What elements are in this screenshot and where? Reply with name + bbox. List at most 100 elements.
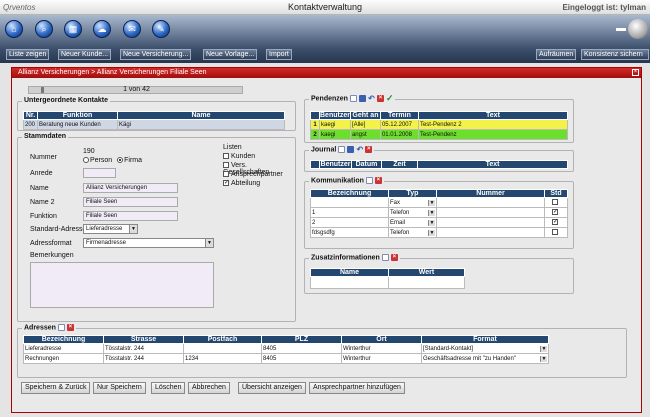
table-cell[interactable]: 8405 <box>261 353 342 364</box>
table-cell[interactable] <box>183 343 262 354</box>
wrench-icon[interactable]: ✎ <box>152 20 170 38</box>
chevron-down-icon[interactable]: ▼ <box>205 239 213 247</box>
table-row[interactable]: fdsgsdfg Telefon ▼ <box>310 227 568 238</box>
radio-firma[interactable] <box>117 157 124 164</box>
delete-icon[interactable]: × <box>374 177 382 184</box>
typ-select[interactable]: Telefon ▼ <box>388 227 437 238</box>
column-header[interactable]: Typ <box>388 189 437 198</box>
checkmark-icon[interactable]: ✓ <box>386 94 394 103</box>
liste-zeigen-button[interactable]: Liste zeigen <box>6 49 50 60</box>
save-icon[interactable] <box>358 95 366 102</box>
column-header[interactable]: Postfach <box>183 335 262 344</box>
standard-adresse-select[interactable]: Lieferadresse ▼ <box>83 224 138 234</box>
table-cell[interactable] <box>310 197 389 208</box>
close-icon[interactable]: × <box>632 69 639 76</box>
minimize-icon[interactable]: ▬ <box>616 23 626 34</box>
column-header[interactable]: Benutzer <box>319 160 352 169</box>
column-header[interactable]: Funktion <box>37 111 118 120</box>
delete-icon[interactable]: × <box>390 254 398 261</box>
record-pager[interactable]: 1 von 42 <box>28 86 243 94</box>
chevron-down-icon[interactable]: ▼ <box>428 219 435 226</box>
column-header[interactable]: Strasse <box>103 335 184 344</box>
search-icon[interactable]: ⌕ <box>35 20 53 38</box>
bemerkungen-textarea[interactable] <box>30 262 214 308</box>
import-button[interactable]: Import <box>266 49 292 60</box>
column-header[interactable]: Name <box>117 111 285 120</box>
column-header[interactable]: Wert <box>388 268 465 277</box>
delete-icon[interactable]: × <box>365 146 373 153</box>
column-header[interactable]: Zeit <box>381 160 418 169</box>
table-cell[interactable] <box>388 276 465 289</box>
delete-icon[interactable]: × <box>376 95 384 102</box>
name-field[interactable]: Allianz Versicherungen <box>83 183 178 193</box>
column-header[interactable]: Std <box>544 189 568 198</box>
save-icon[interactable] <box>347 146 355 153</box>
ansprechpartner-hinzufuegen-button[interactable]: Ansprechpartner hinzufügen <box>309 382 405 394</box>
table-row[interactable]: Lieferadresse Tösstalstr. 244 8405 Winte… <box>23 343 549 354</box>
neue-versicherung-button[interactable]: Neue Versicherung... <box>120 49 192 60</box>
cloud-icon[interactable]: ☁ <box>93 20 111 38</box>
mail-icon[interactable]: ✉ <box>123 20 141 38</box>
listen-ansprechpartner[interactable]: Ansprechpartner <box>223 171 283 178</box>
table-cell[interactable]: Tösstalstr. 244 <box>103 353 184 364</box>
calendar-icon[interactable]: ▦ <box>64 20 82 38</box>
checkbox[interactable] <box>552 199 558 206</box>
table-cell[interactable]: 8405 <box>261 343 342 354</box>
table-cell[interactable] <box>436 197 545 208</box>
checkbox[interactable] <box>223 171 229 178</box>
table-row[interactable]: 2 kaegi angst 01.01.2008 Test-Pendenz <box>310 129 569 140</box>
chevron-down-icon[interactable]: ▼ <box>540 345 547 352</box>
speichern-zurueck-button[interactable]: Speichern & Zurück <box>21 382 91 394</box>
chevron-down-icon[interactable]: ▼ <box>428 229 435 236</box>
table-row[interactable]: 1 Telefon ▼ ✓ <box>310 207 568 218</box>
adressformat-select[interactable]: Firmenadresse ▼ <box>83 238 214 248</box>
table-cell[interactable] <box>436 227 545 238</box>
name2-field[interactable]: Filiale Seen <box>83 197 178 207</box>
uebersicht-anzeigen-button[interactable]: Übersicht anzeigen <box>238 382 306 394</box>
table-cell[interactable]: 1234 <box>183 353 262 364</box>
table-cell[interactable] <box>310 276 389 289</box>
checkbox-checked[interactable]: ✓ <box>552 219 558 226</box>
neuer-kunde-button[interactable]: Neuer Kunde... <box>58 49 112 60</box>
listen-abteilung[interactable]: ✓ Abteilung <box>223 180 260 187</box>
column-header[interactable]: Text <box>417 160 568 169</box>
undo-icon[interactable]: ↶ <box>356 146 363 154</box>
column-header[interactable]: Benutzer <box>319 111 351 120</box>
column-header[interactable]: Bezeichnung <box>310 189 389 198</box>
funktion-field[interactable]: Filiale Seen <box>83 211 178 221</box>
format-select[interactable]: [Standard-Kontakt] ▼ <box>421 343 549 354</box>
table-cell[interactable] <box>436 207 545 218</box>
table-row[interactable] <box>310 276 465 289</box>
table-cell[interactable]: 2 <box>310 217 389 228</box>
konsistenz-sichern-button[interactable]: Konsistenz sichern <box>581 49 649 60</box>
table-cell[interactable]: Rechnungen <box>23 353 104 364</box>
column-header[interactable]: Ort <box>341 335 422 344</box>
neue-vorlage-button[interactable]: Neue Vorlage... <box>203 49 258 60</box>
chevron-down-icon[interactable]: ▼ <box>129 225 137 233</box>
chevron-down-icon[interactable]: ▼ <box>428 209 435 216</box>
loeschen-button[interactable]: Löschen <box>151 382 186 394</box>
column-header[interactable]: Text <box>417 111 569 120</box>
listen-kunden[interactable]: Kunden <box>223 153 255 160</box>
table-row[interactable]: Fax ▼ <box>310 197 568 208</box>
new-document-icon[interactable] <box>57 324 65 331</box>
checkbox[interactable] <box>552 229 558 236</box>
table-row[interactable]: 2 Email ▼ ✓ <box>310 217 568 228</box>
chevron-down-icon[interactable]: ▼ <box>428 199 435 206</box>
new-document-icon[interactable] <box>381 254 389 261</box>
column-header[interactable]: Termin <box>379 111 419 120</box>
nur-speichern-button[interactable]: Nur Speichern <box>93 382 146 394</box>
column-header[interactable]: PLZ <box>261 335 342 344</box>
format-select[interactable]: Geschäftsadresse mit "zu Handen" ▼ <box>421 353 549 364</box>
table-row[interactable]: 1 kaegi [Alle] 05.12.2007 Test-Pendenz 2 <box>310 119 569 130</box>
aufraeumen-button[interactable]: Aufräumen <box>536 49 577 60</box>
column-header[interactable]: Datum <box>351 160 382 169</box>
new-document-icon[interactable] <box>349 95 357 102</box>
column-header[interactable]: Nr. <box>23 111 38 120</box>
new-document-icon[interactable] <box>338 146 346 153</box>
typ-select[interactable]: Email ▼ <box>388 217 437 228</box>
breadcrumb[interactable]: Allianz Versicherungen > Allianz Versich… <box>18 69 207 76</box>
table-cell[interactable]: Lieferadresse <box>23 343 104 354</box>
checkbox-checked[interactable]: ✓ <box>552 209 558 216</box>
typ-select[interactable]: Telefon ▼ <box>388 207 437 218</box>
